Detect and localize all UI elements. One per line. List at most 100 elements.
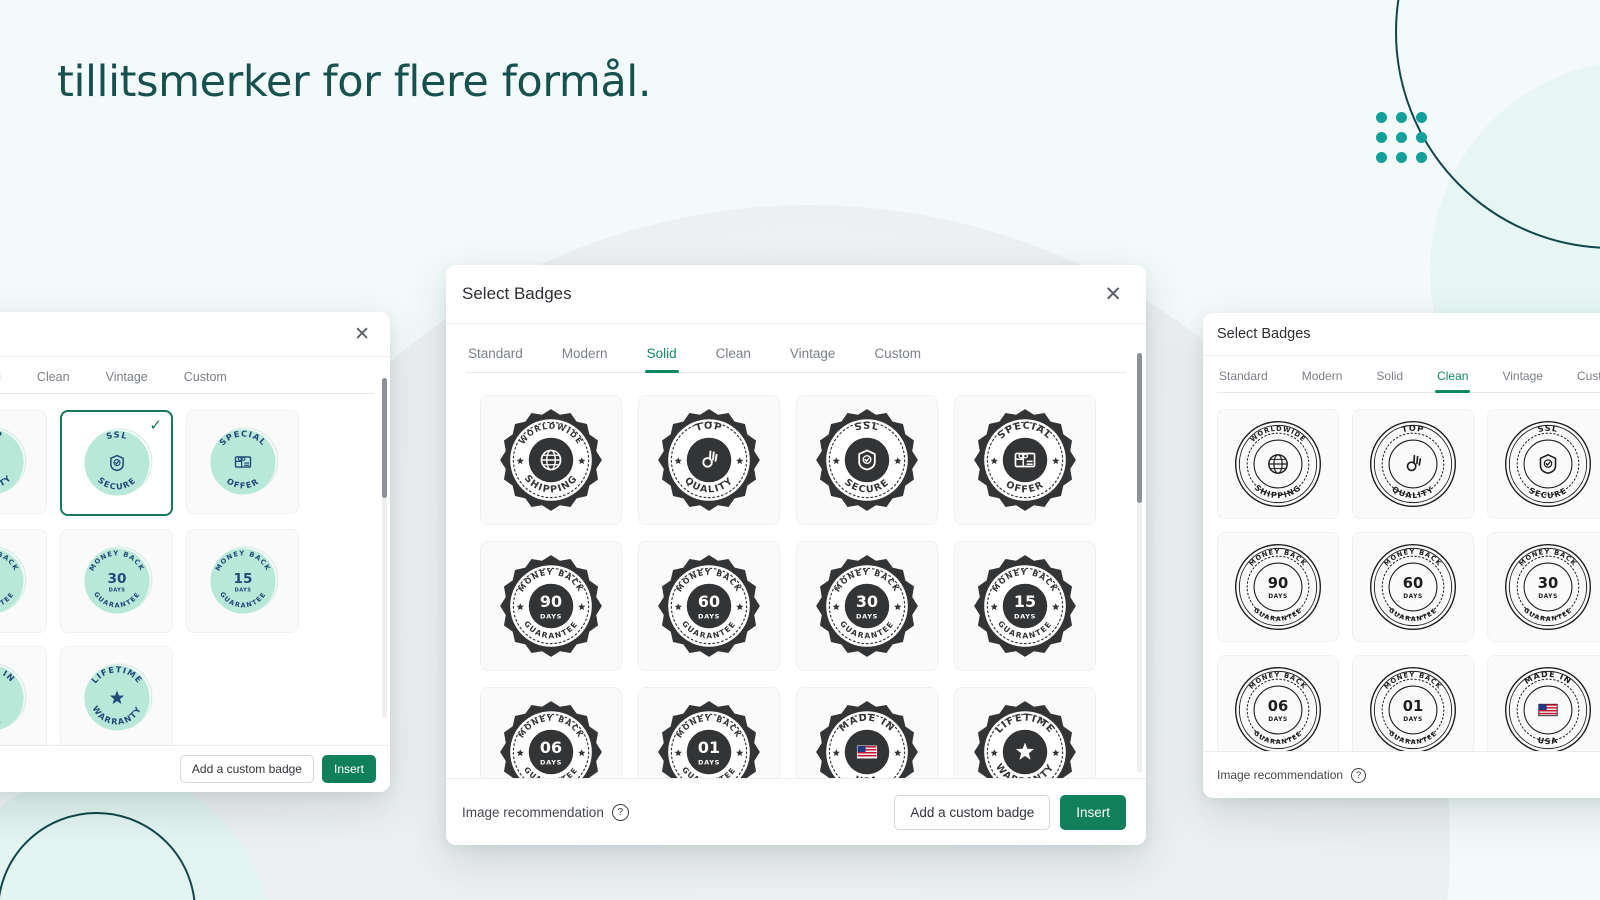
- badge-option[interactable]: MONEY BACK GUARANTEE 90 DAYS: [480, 541, 622, 671]
- tab-vintage[interactable]: Vintage: [788, 346, 838, 372]
- tab-clean[interactable]: Clean: [35, 370, 72, 393]
- tab-solid[interactable]: Solid: [0, 370, 3, 393]
- dialog-footer: Image recommendation ? Add a custom badg…: [446, 778, 1146, 845]
- badge-option[interactable]: MONEY BACKGUARANTEE60DAYS: [0, 529, 47, 633]
- tab-vintage[interactable]: Vintage: [1500, 369, 1544, 392]
- badge-option[interactable]: SPECIAL OFFER: [954, 395, 1096, 525]
- svg-text:30: 30: [1538, 575, 1558, 592]
- tab-solid[interactable]: Solid: [1374, 369, 1405, 392]
- tab-solid[interactable]: Solid: [644, 346, 679, 373]
- insert-button[interactable]: Insert: [1060, 794, 1126, 830]
- badge-option[interactable]: MONEY BACK GUARANTEE 30 DAYS: [796, 541, 938, 671]
- add-custom-badge-button[interactable]: Add a custom badge: [179, 755, 314, 783]
- badge-graphic-06-days: MONEY BACKGUARANTEE06DAYS: [1234, 666, 1322, 754]
- svg-text:DAYS: DAYS: [698, 759, 720, 767]
- badge-option[interactable]: MONEY BACKGUARANTEE01DAYS: [1352, 655, 1474, 765]
- decorative-dot-grid: [1376, 112, 1430, 166]
- badge-option[interactable]: MONEY BACK GUARANTEE 30 DAYS: [60, 529, 173, 633]
- badge-option[interactable]: ✓ SSL SECURE: [60, 410, 173, 516]
- svg-text:GUARANTEE: GUARANTEE: [1387, 729, 1439, 746]
- dialog-footer: Image recommendation ?: [1203, 751, 1600, 798]
- badge-option[interactable]: MONEY BACK GUARANTEE 15 DAYS: [186, 529, 299, 633]
- dialog-header: Select Badges: [1203, 313, 1600, 356]
- badge-graphic-01-days: MONEY BACKGUARANTEE01DAYS: [1369, 666, 1457, 754]
- badge-graphic-60-days: MONEY BACKGUARANTEE60DAYS: [658, 555, 760, 657]
- tab-vintage[interactable]: Vintage: [104, 370, 150, 393]
- badge-graphic-special-offer: SPECIALOFFER: [209, 427, 278, 495]
- add-custom-badge-button[interactable]: Add a custom badge: [894, 794, 1051, 830]
- question-mark-icon[interactable]: ?: [611, 803, 629, 821]
- insert-button[interactable]: Insert: [321, 755, 376, 783]
- badge-graphic-made-in-usa: MADE INUSA: [1504, 666, 1592, 754]
- tab-clean[interactable]: Clean: [714, 346, 753, 372]
- badge-option[interactable]: MADE INUSA: [0, 646, 47, 750]
- svg-text:DAYS: DAYS: [540, 613, 562, 621]
- svg-text:DAYS: DAYS: [856, 613, 878, 621]
- svg-text:60: 60: [1403, 575, 1423, 592]
- scrollbar-thumb[interactable]: [1137, 353, 1142, 503]
- svg-text:DAYS: DAYS: [698, 613, 720, 621]
- badge-option[interactable]: MONEY BACK GUARANTEE 15 DAYS: [954, 541, 1096, 671]
- svg-text:SSL: SSL: [105, 429, 129, 441]
- svg-text:QUALITY: QUALITY: [1390, 485, 1435, 501]
- badge-grid: WORLDWIDESHIPPINGTOPQUALITY✓SSLSECURESPE…: [0, 394, 390, 750]
- dialog-header: Select Badges ✕: [0, 312, 390, 357]
- badge-graphic-top-quality: TOPQUALITY: [658, 409, 760, 511]
- badge-graphic-15-days: MONEY BACKGUARANTEE15DAYS: [974, 555, 1076, 657]
- badge-grid: WORLDWIDESHIPPING TOPQUALITY SSLSECURE SPEC…: [446, 373, 1146, 817]
- close-icon[interactable]: ✕: [1104, 284, 1122, 305]
- svg-text:15: 15: [1014, 592, 1036, 611]
- badge-graphic-ssl-secure: SSLSECURE: [83, 428, 152, 496]
- svg-text:90: 90: [1268, 575, 1288, 592]
- dialog-title: Select Badges: [1217, 326, 1311, 342]
- scrollbar-thumb[interactable]: [382, 378, 387, 498]
- badge-graphic-30-days: MONEY BACKGUARANTEE30DAYS: [83, 546, 152, 614]
- svg-text:USA: USA: [1537, 736, 1559, 746]
- badge-option[interactable]: TOP QUALITY: [1352, 409, 1474, 519]
- badge-option[interactable]: MONEY BACK GUARANTEE 30 DAYS: [1487, 532, 1600, 642]
- badge-graphic-ssl-secure: SSLSECURE: [1504, 420, 1592, 508]
- badge-graphic-special-offer: SPECIALOFFER: [974, 409, 1076, 511]
- question-mark-icon[interactable]: ?: [1351, 767, 1367, 783]
- svg-text:DAYS: DAYS: [1403, 717, 1423, 723]
- badge-option[interactable]: LIFETIMEWARRANTY: [60, 646, 173, 750]
- badge-option[interactable]: TOPQUALITY: [0, 410, 47, 514]
- badge-option[interactable]: MONEY BACKGUARANTEE06DAYS: [1217, 655, 1339, 765]
- image-recommendation-hint: Image recommendation ?: [1217, 767, 1367, 783]
- badge-option[interactable]: SPECIAL OFFER: [186, 410, 299, 514]
- badge-option[interactable]: MONEY BACKGUARANTEE60DAYS: [638, 541, 780, 671]
- badge-graphic-90-days: MONEY BACKGUARANTEE90DAYS: [1234, 543, 1322, 631]
- badge-option[interactable]: WORLDWIDE SHIPPING: [480, 395, 622, 525]
- svg-text:DAYS: DAYS: [1268, 717, 1288, 723]
- tab-custom[interactable]: Custom: [182, 370, 229, 393]
- dialog-title: Select Badges: [462, 284, 572, 303]
- tab-standard[interactable]: Standard: [466, 346, 525, 372]
- tab-standard[interactable]: Standard: [1217, 369, 1270, 392]
- badge-graphic-30-days: MONEY BACKGUARANTEE30DAYS: [1504, 543, 1592, 631]
- badge-option[interactable]: MONEY BACKGUARANTEE60DAYS: [1352, 532, 1474, 642]
- svg-text:DAYS: DAYS: [540, 759, 562, 767]
- badge-option[interactable]: SSL SECURE: [1487, 409, 1600, 519]
- svg-text:15: 15: [233, 571, 252, 587]
- close-icon[interactable]: ✕: [354, 325, 370, 344]
- svg-text:DAYS: DAYS: [1538, 594, 1558, 600]
- tab-custom[interactable]: Custom: [1575, 369, 1600, 392]
- tab-modern[interactable]: Modern: [560, 346, 610, 372]
- svg-text:DAYS: DAYS: [1403, 594, 1423, 600]
- badge-graphic-ssl-secure: SSLSECURE: [816, 409, 918, 511]
- badge-graphic-top-quality: TOP QUALITY: [1369, 420, 1457, 508]
- tab-modern[interactable]: Modern: [1300, 369, 1345, 392]
- badge-option[interactable]: MADE INUSA: [1487, 655, 1600, 765]
- svg-text:SSL: SSL: [1537, 423, 1559, 434]
- badge-option[interactable]: SSL SECURE: [796, 395, 938, 525]
- tab-custom[interactable]: Custom: [872, 346, 923, 372]
- select-badges-dialog-left: Select Badges ✕ StandardModernSolidClean…: [0, 312, 390, 792]
- badge-option[interactable]: WORLDWIDE SHIPPING: [1217, 409, 1339, 519]
- svg-text:DAYS: DAYS: [108, 588, 125, 594]
- check-icon: ✓: [149, 417, 162, 434]
- tab-clean[interactable]: Clean: [1435, 369, 1471, 393]
- badge-option[interactable]: MONEY BACK GUARANTEE 90 DAYS: [1217, 532, 1339, 642]
- svg-text:TOP: TOP: [1401, 423, 1426, 435]
- svg-text:DAYS: DAYS: [1268, 594, 1288, 600]
- badge-option[interactable]: TOPQUALITY: [638, 395, 780, 525]
